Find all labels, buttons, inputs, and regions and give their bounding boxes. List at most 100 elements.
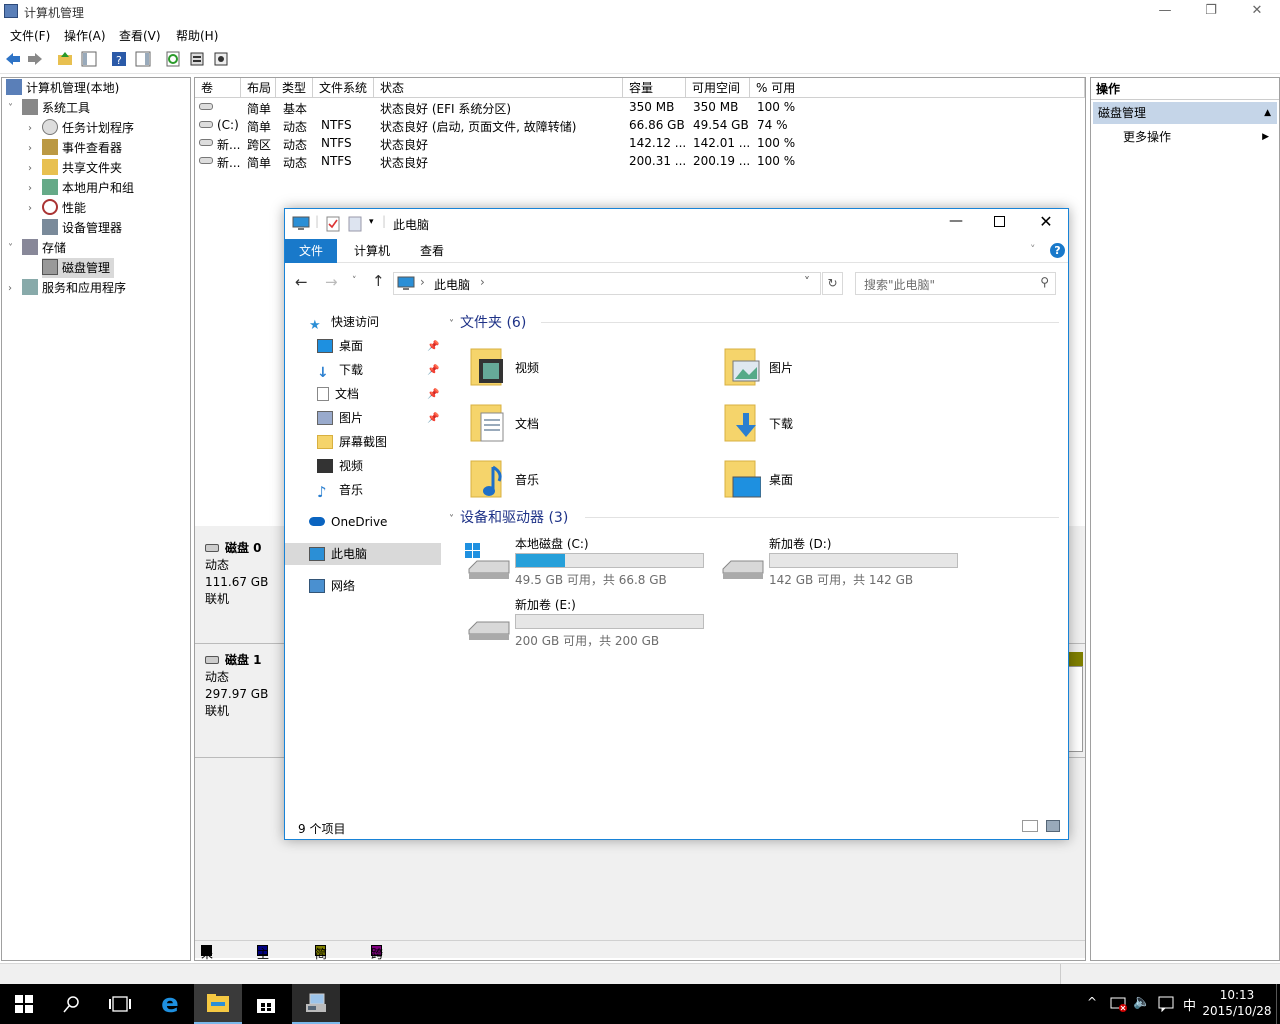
collapse-icon[interactable]: ˅: [8, 103, 13, 114]
minimize-button[interactable]: —: [1142, 0, 1188, 24]
tree-task-scheduler[interactable]: 任务计划程序: [42, 118, 134, 138]
address-dropdown-icon[interactable]: ˅: [804, 275, 810, 289]
nav-music[interactable]: ♪ 音乐: [317, 479, 363, 501]
refresh-icon[interactable]: [164, 50, 182, 68]
help-icon[interactable]: ?: [110, 50, 128, 68]
tree-disk-management[interactable]: 磁盘管理: [42, 258, 115, 278]
nav-pictures[interactable]: 图片: [317, 407, 363, 429]
explorer-maximize-button[interactable]: [985, 214, 1015, 236]
col-free[interactable]: 可用空间: [686, 78, 750, 98]
menu-help[interactable]: 帮助(H): [176, 27, 218, 44]
partition-bar-simple[interactable]: [1067, 652, 1083, 666]
expand-icon[interactable]: ›: [28, 203, 32, 214]
col-capacity[interactable]: 容量: [623, 78, 686, 98]
search-input[interactable]: 搜索"此电脑" ⚲: [855, 272, 1056, 295]
computer-management-task-button[interactable]: [292, 984, 340, 1024]
address-box[interactable]: › 此电脑 › ˅: [393, 272, 821, 295]
search-button[interactable]: [48, 984, 96, 1024]
tree-shared-folders[interactable]: 共享文件夹: [42, 158, 122, 178]
ime-indicator[interactable]: 中: [1183, 995, 1196, 1014]
col-status[interactable]: 状态: [374, 78, 623, 98]
volume-icon[interactable]: 🔈: [1133, 994, 1150, 1010]
folder-pictures[interactable]: 图片: [723, 345, 973, 395]
nav-videos[interactable]: 视频: [317, 455, 363, 477]
show-hidden-icons-icon[interactable]: ^: [1087, 995, 1097, 1009]
col-percent-free[interactable]: % 可用: [750, 78, 1085, 98]
breadcrumb-chevron-icon[interactable]: ›: [480, 275, 485, 289]
restore-button[interactable]: ❐: [1188, 0, 1234, 24]
show-hide-tree-icon[interactable]: [80, 50, 98, 68]
partition-block[interactable]: [1067, 666, 1083, 752]
start-button[interactable]: [0, 984, 48, 1024]
tree-local-users[interactable]: 本地用户和组: [42, 178, 134, 198]
tree-system-tools[interactable]: 系统工具: [22, 98, 90, 118]
tree-performance[interactable]: 性能: [42, 198, 86, 218]
tree-event-viewer[interactable]: 事件查看器: [42, 138, 122, 158]
forward-icon[interactable]: [26, 50, 44, 68]
nav-downloads[interactable]: ↓ 下载: [317, 359, 363, 381]
tab-computer[interactable]: 计算机: [340, 239, 404, 263]
file-explorer-button[interactable]: [194, 984, 242, 1024]
pin-icon[interactable]: 📌: [427, 365, 439, 376]
table-row[interactable]: 新... 简单 动态 NTFS 状态良好 200.31 ... 200.19 .…: [195, 153, 1085, 171]
edge-button[interactable]: e: [146, 984, 194, 1024]
expand-icon[interactable]: ›: [28, 123, 32, 134]
collapse-icon[interactable]: ˅: [8, 243, 13, 254]
pin-icon[interactable]: 📌: [427, 389, 439, 400]
network-status-icon[interactable]: [1110, 996, 1128, 1012]
explorer-close-button[interactable]: ✕: [1031, 212, 1061, 231]
col-type[interactable]: 类型: [276, 78, 313, 98]
expand-icon[interactable]: ›: [28, 143, 32, 154]
show-desktop-button[interactable]: [1276, 984, 1280, 1024]
table-row[interactable]: (C:) 简单 动态 NTFS 状态良好 (启动, 页面文件, 故障转储) 66…: [195, 117, 1085, 135]
explorer-minimize-button[interactable]: —: [941, 213, 971, 229]
nav-quick-access[interactable]: ★ 快速访问: [309, 311, 379, 333]
expand-icon[interactable]: ›: [8, 283, 12, 294]
more-actions[interactable]: 更多操作 ▶: [1093, 126, 1277, 148]
details-view-icon[interactable]: [1022, 820, 1038, 832]
table-row[interactable]: 新... 跨区 动态 NTFS 状态良好 142.12 ... 142.01 .…: [195, 135, 1085, 153]
close-button[interactable]: ✕: [1234, 0, 1280, 24]
expand-icon[interactable]: ›: [28, 163, 32, 174]
col-filesystem[interactable]: 文件系统: [313, 78, 374, 98]
nav-desktop[interactable]: 桌面: [317, 335, 363, 357]
ribbon-expand-icon[interactable]: ˅: [1030, 243, 1036, 256]
new-folder-icon[interactable]: [348, 216, 362, 232]
nav-onedrive[interactable]: OneDrive: [309, 511, 387, 533]
clock[interactable]: 10:13 2015/10/28: [1200, 987, 1274, 1019]
breadcrumb-separator-icon[interactable]: ›: [420, 275, 425, 289]
properties-icon[interactable]: [188, 50, 206, 68]
drives-group-header[interactable]: ˅ 设备和驱动器 (3): [449, 507, 568, 527]
tree-device-manager[interactable]: 设备管理器: [42, 218, 122, 238]
show-hide-action-pane-icon[interactable]: [134, 50, 152, 68]
up-arrow-icon[interactable]: ↑: [372, 272, 385, 290]
refresh-button[interactable]: ↻: [822, 272, 843, 295]
up-folder-icon[interactable]: [56, 50, 74, 68]
disk-settings-icon[interactable]: [212, 50, 230, 68]
tree-root[interactable]: 计算机管理(本地): [6, 78, 119, 98]
drive-d[interactable]: 新加卷 (D:) 142 GB 可用，共 142 GB: [719, 535, 969, 591]
tab-view[interactable]: 查看: [406, 239, 458, 263]
folder-documents[interactable]: 文档: [469, 401, 719, 451]
breadcrumb-this-pc[interactable]: 此电脑: [434, 276, 470, 293]
expand-icon[interactable]: ›: [28, 183, 32, 194]
tree-storage[interactable]: 存储: [22, 238, 66, 258]
actions-section[interactable]: 磁盘管理 ▲: [1093, 102, 1277, 124]
task-view-button[interactable]: [96, 984, 144, 1024]
back-icon[interactable]: [4, 50, 22, 68]
back-arrow-icon[interactable]: ←: [295, 273, 308, 291]
tab-file[interactable]: 文件: [285, 239, 338, 263]
drive-e[interactable]: 新加卷 (E:) 200 GB 可用，共 200 GB: [465, 596, 715, 652]
folders-group-header[interactable]: ˅ 文件夹 (6): [449, 312, 526, 332]
folder-downloads[interactable]: 下载: [723, 401, 973, 451]
col-layout[interactable]: 布局: [241, 78, 276, 98]
folder-music[interactable]: 音乐: [469, 457, 719, 507]
quick-access-toolbar-dropdown-icon[interactable]: ▾: [369, 217, 374, 227]
col-volume[interactable]: 卷: [195, 78, 241, 98]
tree-services[interactable]: 服务和应用程序: [22, 278, 126, 298]
menu-view[interactable]: 查看(V): [119, 27, 161, 44]
drive-c[interactable]: 本地磁盘 (C:) 49.5 GB 可用，共 66.8 GB: [465, 535, 715, 591]
pin-icon[interactable]: 📌: [427, 413, 439, 424]
help-icon[interactable]: ?: [1050, 243, 1065, 258]
pin-icon[interactable]: 📌: [427, 341, 439, 352]
